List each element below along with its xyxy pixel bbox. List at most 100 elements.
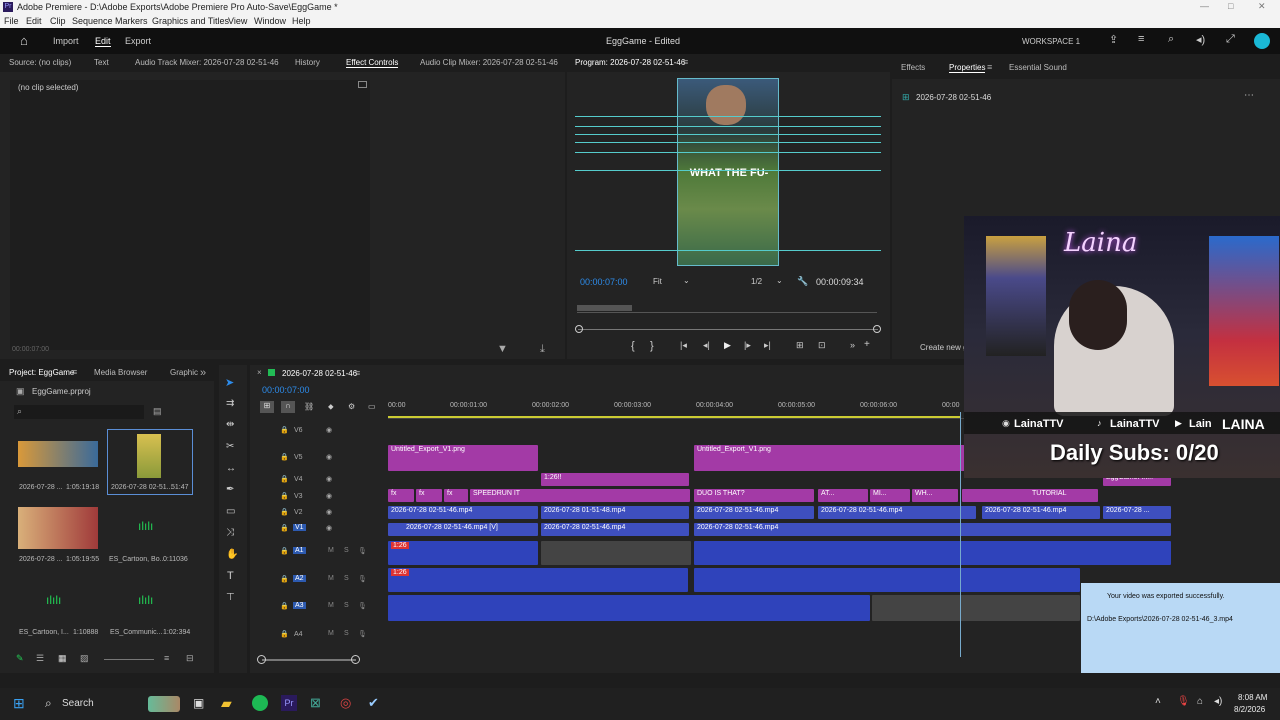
mute-button[interactable]: M (328, 547, 334, 554)
solo-button[interactable]: S (344, 602, 349, 609)
timeline-clip[interactable]: AT... (818, 489, 868, 502)
menu-help[interactable]: Help (292, 16, 311, 26)
lock-icon[interactable]: 🔒 (280, 508, 289, 516)
create-new-graphic-button[interactable]: Create new g (920, 343, 968, 352)
tab-effects[interactable]: Effects (901, 63, 925, 72)
mark-out-icon[interactable]: } (650, 340, 654, 352)
clock-date[interactable]: 8/2/2026 (1234, 705, 1265, 714)
ripple-edit-icon[interactable]: ⇹ (226, 419, 234, 430)
export-notification[interactable]: Your video was exported successfully. D:… (1081, 583, 1280, 673)
audio-clip-empty[interactable] (872, 595, 1080, 621)
lock-icon[interactable]: 🔒 (280, 602, 289, 610)
thumbnail-size-slider[interactable] (104, 659, 154, 660)
pencil-icon[interactable]: ✎ (16, 653, 24, 664)
lock-icon[interactable]: 🔒 (280, 453, 289, 461)
captions-icon[interactable]: ▭ (368, 402, 376, 411)
audio-clip-empty[interactable] (541, 541, 691, 565)
caption-tool-icon[interactable]: ⊤ (226, 592, 235, 603)
video-preview[interactable]: WHAT THE FU- (677, 78, 779, 266)
timeline-clip[interactable]: 2026-07-28 02-51-46.mp4 (982, 506, 1100, 519)
properties-menu-icon[interactable]: ≡ (987, 62, 992, 72)
lift-icon[interactable]: ⊞ (796, 340, 804, 351)
timeline-clip[interactable]: 2026-07-28 ... (1103, 506, 1171, 519)
lock-icon[interactable]: 🔒 (280, 426, 289, 434)
menu-clip[interactable]: Clip (50, 16, 66, 26)
search-icon[interactable]: ⌕ (45, 696, 52, 711)
nav-export[interactable]: Export (125, 36, 151, 46)
menu-markers[interactable]: Markers (115, 16, 148, 26)
lock-icon[interactable]: 🔒 (280, 575, 289, 583)
play-icon[interactable]: ▶ (724, 340, 731, 351)
rectangle-icon[interactable]: ▭ (226, 506, 235, 517)
menu-file[interactable]: File (4, 16, 19, 26)
step-back-icon[interactable]: ◂| (703, 340, 710, 351)
export-frame-icon[interactable]: ⤓ (540, 343, 545, 356)
razor-icon[interactable]: ✂ (226, 441, 234, 452)
project-item[interactable]: ılılı ES_Communic... 1:02:394 (108, 591, 192, 639)
pen-icon[interactable]: ✒ (226, 484, 234, 495)
project-item-selected[interactable]: 2026-07-28 02-51... 51:47 (107, 429, 193, 495)
lock-icon[interactable]: 🔒 (280, 524, 289, 532)
tab-media-browser[interactable]: Media Browser (94, 368, 147, 377)
resolution-dropdown[interactable]: 1/2 (751, 277, 762, 286)
project-item[interactable]: ılılı ES_Cartoon, Bo... 0:11036 (108, 515, 192, 563)
list-view-icon[interactable]: ☰ (36, 653, 44, 664)
sort-icon[interactable]: ≡ (164, 653, 169, 663)
share-icon[interactable]: ⇪ (1109, 33, 1118, 46)
user-avatar[interactable] (1254, 33, 1270, 49)
nav-import[interactable]: Import (53, 36, 79, 46)
timeline-clip[interactable]: fx (388, 489, 414, 502)
go-to-in-icon[interactable]: |◂ (680, 340, 687, 351)
scroll-handle-right[interactable] (351, 655, 360, 664)
playhead[interactable] (960, 412, 961, 657)
close-button[interactable]: ✕ (1258, 1, 1266, 12)
lock-icon[interactable]: 🔒 (280, 492, 289, 500)
audio-clip[interactable]: 1:26 (388, 568, 688, 592)
timeline-clip[interactable]: 2026-07-28 02-51-46.mp4 (818, 506, 976, 519)
export-frame-icon[interactable]: ⊡ (818, 340, 826, 351)
minimize-button[interactable]: — (1200, 1, 1209, 11)
workspace-menu[interactable]: WORKSPACE 1 (1022, 37, 1080, 46)
fullscreen-icon[interactable]: ⤢ (1226, 33, 1235, 46)
mute-button[interactable]: M (328, 575, 334, 582)
mic-icon[interactable]: 🎙 (358, 602, 367, 610)
list-icon[interactable]: ≡ (1138, 33, 1144, 45)
scroll-handle-left[interactable] (257, 655, 266, 664)
eye-icon[interactable]: ◉ (326, 426, 332, 434)
mute-button[interactable]: M (328, 602, 334, 609)
automate-icon[interactable]: ⊟ (186, 653, 194, 664)
lock-icon[interactable]: 🔒 (280, 630, 289, 638)
steam-icon[interactable]: ✔ (368, 695, 379, 711)
volume-icon[interactable]: ◂) (1196, 33, 1205, 46)
mute-button[interactable]: M (328, 630, 334, 637)
linked-selection-icon[interactable]: ⛓ (304, 402, 314, 411)
timeline-clip[interactable]: fx (416, 489, 442, 502)
spotify-icon[interactable] (252, 695, 268, 711)
selection-tool-icon[interactable]: ➤ (225, 376, 234, 389)
eye-icon[interactable]: ◉ (326, 508, 332, 516)
lock-icon[interactable]: 🔒 (280, 475, 289, 483)
mic-icon[interactable]: 🎙 (358, 547, 367, 555)
clock-time[interactable]: 8:08 AM (1238, 693, 1267, 702)
maximize-button[interactable]: □ (1228, 1, 1233, 11)
more-icon[interactable]: » (850, 340, 855, 350)
add-icon[interactable]: + (864, 339, 870, 350)
tab-history[interactable]: History (295, 58, 320, 67)
timeline-clip[interactable]: MI... (870, 489, 910, 502)
file-explorer-icon[interactable]: ▰ (221, 695, 232, 712)
network-icon[interactable]: ⌂ (1197, 696, 1203, 707)
mic-icon[interactable]: 🎙 (358, 575, 367, 583)
menu-window[interactable]: Window (254, 16, 286, 26)
hand-icon[interactable]: ✋ (226, 549, 238, 560)
eye-icon[interactable]: ◉ (326, 475, 332, 483)
tab-properties[interactable]: Properties (949, 63, 986, 73)
nav-edit[interactable]: Edit (95, 36, 111, 47)
snap-icon[interactable]: ⊞ (260, 401, 274, 413)
more-tabs-icon[interactable]: » (200, 367, 206, 379)
mini-timeline[interactable] (577, 303, 877, 313)
tab-text[interactable]: Text (94, 58, 109, 67)
audio-clip[interactable] (694, 541, 1171, 565)
project-item[interactable]: 2026-07-28 ... 1:05:19:18 (18, 441, 99, 491)
tab-audio-clip-mixer[interactable]: Audio Clip Mixer: 2026-07-28 02-51-46 (420, 58, 558, 67)
timeline-clip[interactable]: TUTORIAL (962, 489, 1098, 502)
